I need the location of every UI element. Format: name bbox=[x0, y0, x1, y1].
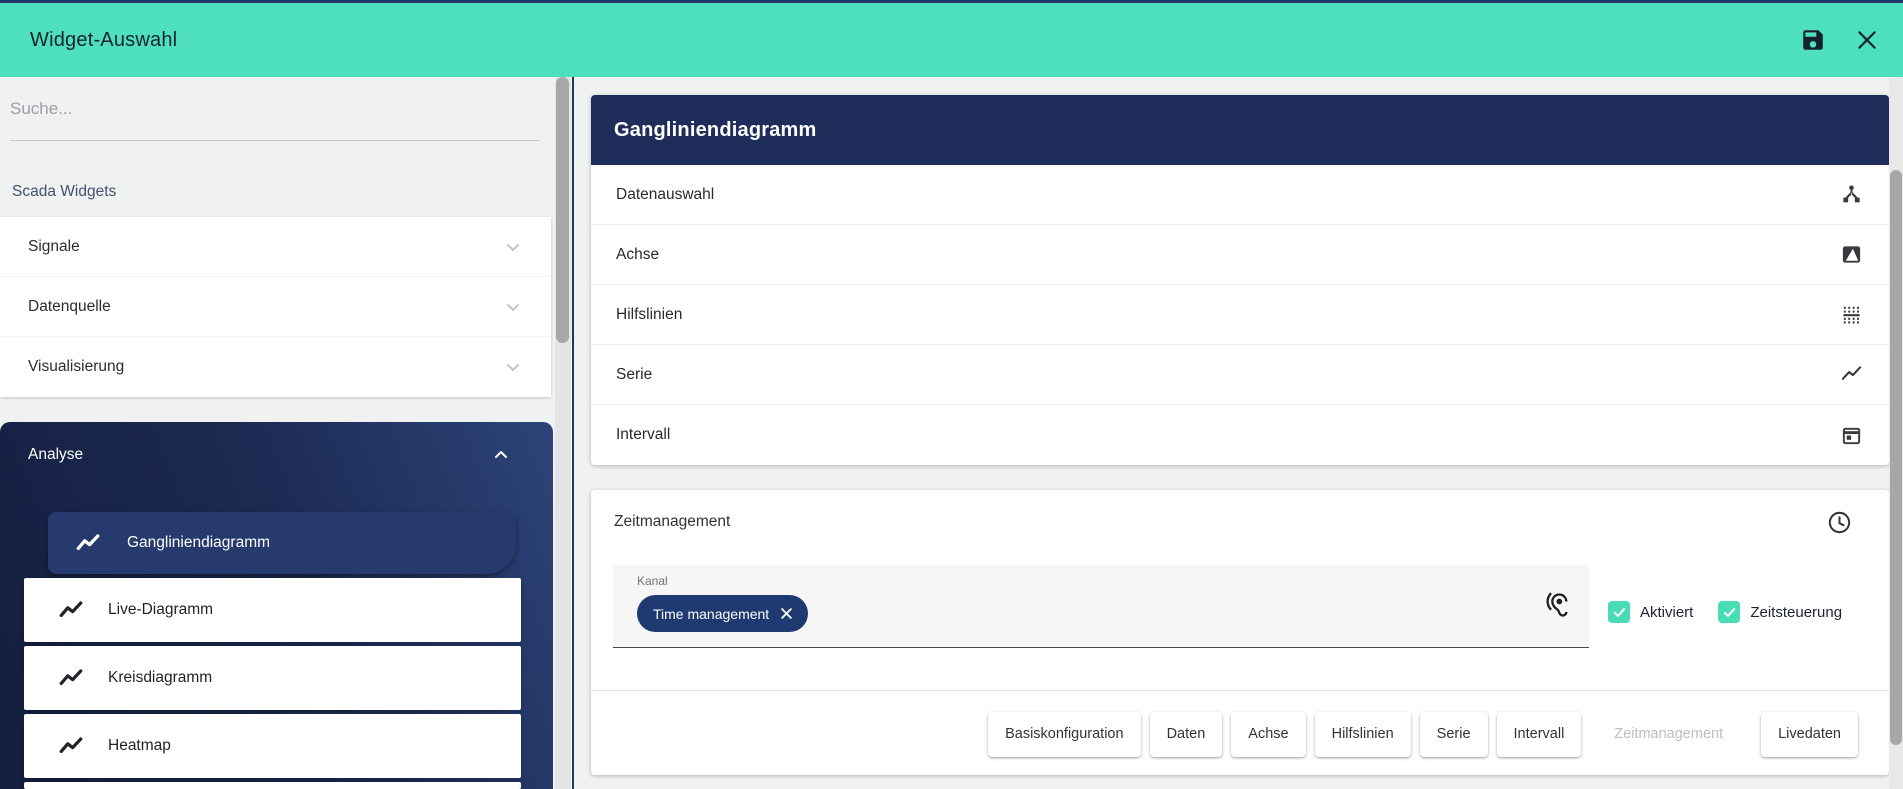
sidebar-item-gangliniendiagramm[interactable]: Gangliniendiagramm bbox=[48, 512, 516, 574]
chevron-down-icon bbox=[501, 295, 525, 319]
achse-button[interactable]: Achse bbox=[1231, 712, 1305, 757]
top-accent-line bbox=[0, 0, 1903, 3]
config-row-label: Achse bbox=[616, 246, 659, 264]
config-row-hilfslinien[interactable]: Hilfslinien bbox=[591, 285, 1889, 345]
widget-accordion-list: Signale Datenquelle Visualisierung bbox=[0, 217, 551, 397]
chevron-down-icon bbox=[501, 235, 525, 259]
sidebar-item-partial[interactable] bbox=[24, 782, 521, 789]
accordion-analyse[interactable]: Analyse bbox=[0, 422, 553, 488]
widget-config-header: Gangliniendiagramm bbox=[591, 95, 1889, 165]
sidebar-item-live-diagramm[interactable]: Live-Diagramm bbox=[24, 578, 521, 642]
image-axis-icon bbox=[1840, 243, 1863, 266]
serie-button[interactable]: Serie bbox=[1420, 712, 1488, 757]
close-icon bbox=[1854, 27, 1880, 53]
chevron-up-icon bbox=[489, 443, 513, 467]
line-chart-icon bbox=[75, 530, 101, 556]
chip-remove-icon[interactable] bbox=[779, 606, 794, 621]
checkbox-group-zeitsteuerung: Zeitsteuerung bbox=[1718, 601, 1842, 623]
accordion-datenquelle[interactable]: Datenquelle bbox=[0, 277, 551, 337]
config-row-label: Datenauswahl bbox=[616, 186, 714, 204]
page-title: Gangliniendiagramm bbox=[614, 119, 817, 142]
branch-icon bbox=[1840, 183, 1863, 206]
panel-divider bbox=[572, 77, 574, 789]
sidebar-scrollbar-track[interactable] bbox=[555, 77, 571, 789]
sidebar: Scada Widgets Signale Datenquelle Visual… bbox=[0, 77, 553, 789]
hilfslinien-button[interactable]: Hilfslinien bbox=[1315, 712, 1411, 757]
line-chart-icon bbox=[58, 733, 84, 759]
accordion-label: Signale bbox=[28, 238, 80, 256]
zeitsteuerung-label[interactable]: Zeitsteuerung bbox=[1750, 604, 1842, 621]
config-row-intervall[interactable]: Intervall bbox=[591, 405, 1889, 465]
kanal-field-label: Kanal bbox=[637, 574, 668, 588]
widget-config-card: Gangliniendiagramm Datenauswahl Achse Hi… bbox=[591, 95, 1889, 465]
checkbox-group-aktiviert: Aktiviert bbox=[1608, 601, 1693, 623]
zeitmanagement-card: Zeitmanagement Kanal Time management bbox=[591, 490, 1889, 775]
accordion-visualisierung[interactable]: Visualisierung bbox=[0, 337, 551, 397]
main-scrollbar-track[interactable] bbox=[1889, 77, 1903, 789]
config-row-serie[interactable]: Serie bbox=[591, 345, 1889, 405]
config-row-achse[interactable]: Achse bbox=[591, 225, 1889, 285]
hearing-icon[interactable] bbox=[1543, 591, 1571, 624]
sidebar-item-kreisdiagramm[interactable]: Kreisdiagramm bbox=[24, 646, 521, 710]
sidebar-scrollbar-thumb[interactable] bbox=[556, 77, 569, 343]
intervall-button[interactable]: Intervall bbox=[1497, 712, 1582, 757]
chevron-down-icon bbox=[501, 355, 525, 379]
config-row-label: Intervall bbox=[616, 426, 670, 444]
daten-button[interactable]: Daten bbox=[1150, 712, 1223, 757]
config-row-datenauswahl[interactable]: Datenauswahl bbox=[591, 165, 1889, 225]
sidebar-item-heatmap[interactable]: Heatmap bbox=[24, 714, 521, 778]
aktiviert-label[interactable]: Aktiviert bbox=[1640, 604, 1693, 621]
basiskonfiguration-button[interactable]: Basiskonfiguration bbox=[988, 712, 1141, 757]
accordion-label: Datenquelle bbox=[28, 298, 111, 316]
sidebar-item-label: Live-Diagramm bbox=[108, 601, 213, 619]
config-row-label: Hilfslinien bbox=[616, 306, 682, 324]
section-title: Zeitmanagement bbox=[614, 513, 730, 531]
livedaten-button[interactable]: Livedaten bbox=[1761, 712, 1858, 757]
window-title: Widget-Auswahl bbox=[30, 29, 177, 52]
save-button[interactable] bbox=[1799, 26, 1827, 54]
analyse-label: Analyse bbox=[28, 446, 83, 464]
main-scrollbar-thumb[interactable] bbox=[1890, 170, 1902, 745]
channel-chip[interactable]: Time management bbox=[637, 595, 808, 632]
titlebar: Widget-Auswahl bbox=[0, 3, 1903, 77]
footer-divider bbox=[591, 690, 1889, 691]
search-input[interactable] bbox=[10, 77, 540, 141]
channel-chip-label: Time management bbox=[653, 606, 769, 622]
sidebar-item-label: Kreisdiagramm bbox=[108, 669, 212, 687]
accordion-label: Visualisierung bbox=[28, 358, 124, 376]
clock-icon bbox=[1826, 509, 1853, 536]
footer-button-bar: Basiskonfiguration Daten Achse Hilfslini… bbox=[988, 711, 1858, 757]
zeitsteuerung-checkbox[interactable] bbox=[1718, 601, 1740, 623]
line-chart-icon bbox=[1840, 363, 1863, 386]
sidebar-item-label: Gangliniendiagramm bbox=[127, 534, 270, 552]
config-row-label: Serie bbox=[616, 366, 652, 384]
kanal-field[interactable]: Kanal Time management bbox=[613, 565, 1589, 648]
accordion-signale[interactable]: Signale bbox=[0, 217, 551, 277]
sidebar-section-label: Scada Widgets bbox=[12, 183, 116, 201]
aktiviert-checkbox[interactable] bbox=[1608, 601, 1630, 623]
sidebar-item-label: Heatmap bbox=[108, 737, 171, 755]
analyse-panel: Analyse Gangliniendiagramm Live-Diagramm… bbox=[0, 422, 553, 789]
line-chart-icon bbox=[58, 597, 84, 623]
calendar-icon bbox=[1840, 424, 1863, 447]
close-button[interactable] bbox=[1853, 26, 1881, 54]
main-panel: Gangliniendiagramm Datenauswahl Achse Hi… bbox=[575, 77, 1903, 789]
zeitmanagement-button: Zeitmanagement bbox=[1590, 712, 1747, 757]
save-icon bbox=[1800, 27, 1826, 53]
line-chart-icon bbox=[58, 665, 84, 691]
gridlines-icon bbox=[1840, 303, 1863, 326]
